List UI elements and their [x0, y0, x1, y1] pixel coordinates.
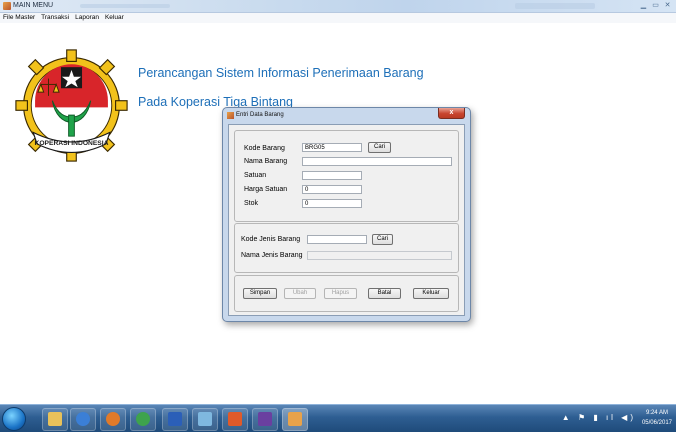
koperasi-logo: KOPERASI INDONESIA	[15, 49, 128, 162]
satuan-input[interactable]	[302, 171, 362, 180]
dialog-title: Entri Data Barang	[236, 112, 284, 118]
menu-laporan[interactable]: Laporan	[72, 13, 102, 23]
nama-barang-input[interactable]	[302, 157, 452, 166]
harga-satuan-label: Harga Satuan	[244, 186, 288, 193]
app-icon	[3, 2, 11, 10]
app-heading-line1: Perancangan Sistem Informasi Penerimaan …	[138, 66, 424, 80]
dialog-titlebar: Entri Data Barang x	[223, 108, 470, 122]
logo-text: KOPERASI INDONESIA	[35, 140, 109, 147]
main-window-titlebar: MAIN MENU ▁ ▭ ✕	[0, 0, 676, 13]
kode-barang-label: Kode Barang	[244, 145, 285, 152]
batal-button[interactable]: Batal	[368, 288, 401, 299]
window-controls: ▁ ▭ ✕	[639, 1, 672, 10]
cari-jenis-button[interactable]: Cari	[372, 234, 393, 245]
taskbar-mainmenu-icon[interactable]	[282, 408, 308, 431]
dialog-body: Kode Barang BRG05 Cari Nama Barang Satua…	[228, 124, 465, 316]
entri-data-barang-dialog: Entri Data Barang x Kode Barang BRG05 Ca…	[222, 107, 471, 322]
window-title: MAIN MENU	[13, 2, 54, 9]
minimize-icon[interactable]: ▁	[639, 1, 648, 10]
cari-barang-button[interactable]: Cari	[368, 142, 391, 153]
hapus-button[interactable]: Hapus	[324, 288, 357, 299]
barang-groupbox: Kode Barang BRG05 Cari Nama Barang Satua…	[234, 130, 459, 222]
menu-keluar[interactable]: Keluar	[102, 13, 127, 23]
stok-input[interactable]: 0	[302, 199, 362, 208]
kode-barang-input[interactable]: BRG05	[302, 143, 362, 152]
clock-time: 9:24 AM	[645, 410, 668, 416]
taskbar-chrome-icon[interactable]	[130, 408, 156, 431]
maximize-icon[interactable]: ▭	[651, 1, 660, 10]
taskbar-visualstudio-icon[interactable]	[252, 408, 278, 431]
titlebar-blur	[515, 3, 595, 9]
clock-date: 05/06/2017	[641, 420, 672, 426]
kode-jenis-barang-label: Kode Jenis Barang	[241, 236, 301, 243]
dialog-app-icon	[227, 112, 234, 119]
system-tray-icons[interactable]: ▲ ⚑ ▮ ıl ◀)	[562, 413, 636, 422]
ubah-button[interactable]: Ubah	[284, 288, 316, 299]
harga-satuan-input[interactable]: 0	[302, 185, 362, 194]
taskbar-media-icon[interactable]	[70, 408, 96, 431]
nama-jenis-barang-label: Nama Jenis Barang	[241, 252, 303, 259]
clock[interactable]: 9:24 AM 05/06/2017	[642, 408, 672, 428]
action-buttons-groupbox: Simpan Ubah Hapus Batal Keluar	[234, 275, 459, 312]
taskbar-explorer-icon[interactable]	[42, 408, 68, 431]
simpan-button[interactable]: Simpan	[243, 288, 277, 299]
dialog-close-button[interactable]: x	[438, 108, 465, 119]
taskbar: ▲ ⚑ ▮ ıl ◀) 9:24 AM 05/06/2017	[0, 404, 676, 432]
satuan-label: Satuan	[244, 172, 267, 179]
nama-barang-label: Nama Barang	[244, 158, 288, 165]
menu-bar: File Master Transaksi Laporan Keluar	[0, 13, 676, 23]
taskbar-paint-icon[interactable]	[192, 408, 218, 431]
menu-transaksi[interactable]: Transaksi	[38, 13, 72, 23]
start-button[interactable]	[2, 407, 26, 431]
taskbar-firefox-icon[interactable]	[100, 408, 126, 431]
keluar-button[interactable]: Keluar	[413, 288, 449, 299]
close-icon[interactable]: ✕	[663, 1, 672, 10]
stok-label: Stok	[244, 200, 259, 207]
jenis-barang-groupbox: Kode Jenis Barang Cari Nama Jenis Barang	[234, 223, 459, 273]
menu-file-master[interactable]: File Master	[0, 13, 38, 23]
taskbar-word-icon[interactable]	[162, 408, 188, 431]
kode-jenis-barang-input[interactable]	[307, 235, 367, 244]
titlebar-blur	[80, 4, 170, 8]
taskbar-app-icon[interactable]	[222, 408, 248, 431]
nama-jenis-barang-input[interactable]	[307, 251, 452, 260]
